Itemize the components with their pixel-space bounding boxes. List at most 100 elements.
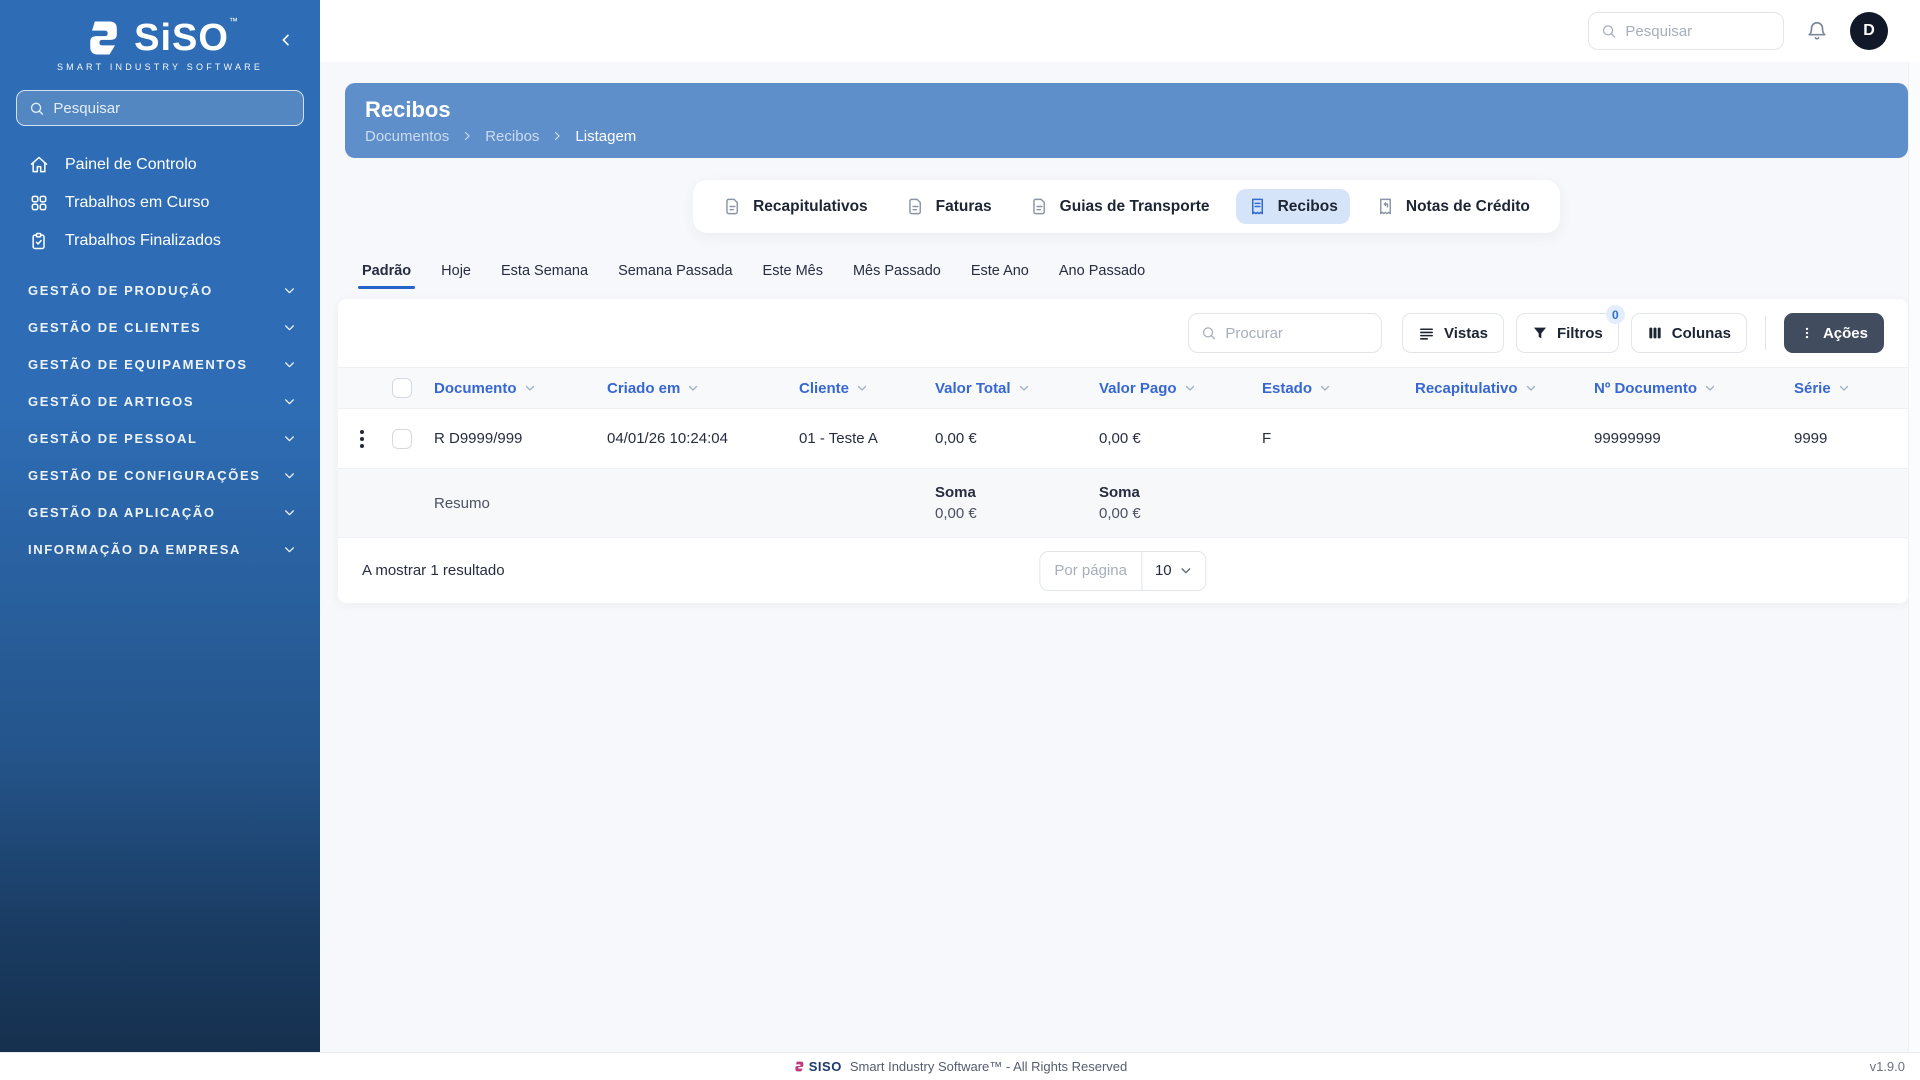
section-label: GESTÃO DE PRODUÇÃO bbox=[28, 283, 213, 298]
chevron-down-icon bbox=[285, 547, 294, 553]
per-page-value: 10 bbox=[1154, 562, 1172, 579]
notifications-button[interactable] bbox=[1806, 20, 1828, 42]
sidebar-collapse-button[interactable] bbox=[274, 28, 298, 52]
column-label: Criado em bbox=[607, 379, 681, 397]
breadcrumb-documentos[interactable]: Documentos bbox=[365, 128, 449, 145]
app-root: SiSO ™ SMART INDUSTRY SOFTWARE Pai bbox=[0, 0, 1920, 1080]
footer-brand: SISO bbox=[808, 1059, 842, 1074]
sidebar-item-painel-de-controlo[interactable]: Painel de Controlo bbox=[0, 146, 320, 184]
column-header-recapitulativo[interactable]: Recapitulativo bbox=[1415, 380, 1594, 397]
tab-label: Faturas bbox=[935, 197, 992, 215]
chevron-down-icon bbox=[285, 473, 294, 479]
column-header-documento[interactable]: Documento bbox=[434, 380, 607, 397]
tab-recapitulativos[interactable]: Recapitulativos bbox=[711, 189, 880, 224]
sidebar-section-gestao-de-equipamentos[interactable]: GESTÃO DE EQUIPAMENTOS bbox=[0, 346, 320, 383]
credit-note-icon bbox=[1379, 198, 1391, 215]
scrollbar[interactable] bbox=[1908, 62, 1920, 1052]
filtros-button[interactable]: Filtros 0 bbox=[1515, 305, 1625, 353]
table-search bbox=[1188, 313, 1382, 353]
sidebar-search-input[interactable] bbox=[53, 99, 291, 117]
sum-value: 0,00 € bbox=[1099, 505, 1141, 522]
table-row[interactable]: R D9999/999 04/01/26 10:24:04 01 - Teste… bbox=[338, 409, 1908, 469]
footer-text: Smart Industry Software™ - All Rights Re… bbox=[849, 1059, 1128, 1074]
results-count: A mostrar 1 resultado bbox=[362, 562, 505, 579]
sidebar-item-label: Trabalhos em Curso bbox=[65, 194, 210, 211]
page-header-banner: Recibos Documentos Recibos Listagem bbox=[345, 83, 1908, 158]
sidebar-section-informacao-da-empresa[interactable]: INFORMAÇÃO DA EMPRESA bbox=[0, 531, 320, 568]
search-icon bbox=[1602, 25, 1616, 38]
filter-tab-ano-passado[interactable]: Ano Passado bbox=[1059, 263, 1145, 289]
button-label: Vistas bbox=[1444, 324, 1488, 342]
page-title: Recibos bbox=[365, 96, 451, 122]
column-header-cliente[interactable]: Cliente bbox=[799, 380, 935, 397]
tab-guias-de-transporte[interactable]: Guias de Transporte bbox=[1018, 189, 1222, 224]
global-search-input[interactable] bbox=[1625, 22, 1771, 40]
tab-recibos[interactable]: Recibos bbox=[1235, 189, 1350, 224]
column-header-criado-em[interactable]: Criado em bbox=[607, 380, 799, 397]
summary-valor-total: Soma 0,00 € bbox=[935, 484, 1099, 522]
sidebar-section-gestao-de-clientes[interactable]: GESTÃO DE CLIENTES bbox=[0, 309, 320, 346]
logo-trademark: ™ bbox=[228, 16, 238, 26]
per-page-select[interactable]: Por página 10 bbox=[1039, 550, 1207, 591]
column-header-serie[interactable]: Série bbox=[1794, 380, 1908, 397]
select-all-checkbox[interactable] bbox=[392, 378, 412, 398]
vistas-button[interactable]: Vistas bbox=[1402, 313, 1504, 353]
chevron-right-icon bbox=[555, 131, 561, 141]
filter-tab-esta-semana[interactable]: Esta Semana bbox=[501, 263, 588, 289]
sidebar-section-gestao-de-producao[interactable]: GESTÃO DE PRODUÇÃO bbox=[0, 272, 320, 309]
column-header-valor-pago[interactable]: Valor Pago bbox=[1099, 380, 1262, 397]
search-icon bbox=[30, 102, 44, 115]
filter-tab-este-mes[interactable]: Este Mês bbox=[763, 263, 823, 289]
section-label: INFORMAÇÃO DA EMPRESA bbox=[28, 542, 241, 557]
summary-row: Resumo Soma 0,00 € Soma 0,00 € bbox=[338, 469, 1908, 537]
sidebar-section-gestao-de-pessoal[interactable]: GESTÃO DE PESSOAL bbox=[0, 420, 320, 457]
filtros-badge: 0 bbox=[1605, 305, 1625, 324]
sidebar-nav: Painel de Controlo Trabalhos em Curso Tr… bbox=[0, 146, 320, 260]
filter-tab-este-ano[interactable]: Este Ano bbox=[971, 263, 1029, 289]
footer-siso-logo: SISO bbox=[793, 1059, 842, 1074]
breadcrumb-recibos[interactable]: Recibos bbox=[485, 128, 539, 145]
column-label: Documento bbox=[434, 379, 517, 397]
row-checkbox[interactable] bbox=[392, 428, 412, 449]
sidebar-item-trabalhos-em-curso[interactable]: Trabalhos em Curso bbox=[0, 184, 320, 222]
colunas-button[interactable]: Colunas bbox=[1630, 313, 1747, 353]
filter-tab-padrao[interactable]: Padrão bbox=[357, 263, 416, 289]
tab-notas-de-credito[interactable]: Notas de Crédito bbox=[1364, 189, 1542, 224]
sum-value: 0,00 € bbox=[935, 505, 977, 522]
filter-tab-hoje[interactable]: Hoje bbox=[441, 263, 471, 289]
sidebar-item-trabalhos-finalizados[interactable]: Trabalhos Finalizados bbox=[0, 222, 320, 260]
acoes-button[interactable]: Ações bbox=[1783, 313, 1884, 353]
row-actions-kebab[interactable] bbox=[350, 422, 374, 456]
funnel-icon bbox=[1533, 327, 1546, 339]
logo-tagline: SMART INDUSTRY SOFTWARE bbox=[56, 62, 264, 72]
avatar[interactable]: D bbox=[1850, 12, 1888, 50]
filter-tab-semana-passada[interactable]: Semana Passada bbox=[618, 263, 732, 289]
table-search-input[interactable] bbox=[1225, 324, 1369, 342]
column-header-n-documento[interactable]: Nº Documento bbox=[1594, 380, 1794, 397]
bell-icon bbox=[1808, 22, 1826, 40]
sidebar: SiSO ™ SMART INDUSTRY SOFTWARE Pai bbox=[0, 0, 320, 1052]
column-header-estado[interactable]: Estado bbox=[1262, 380, 1415, 397]
sum-label: Soma bbox=[935, 484, 976, 501]
sidebar-section-gestao-de-artigos[interactable]: GESTÃO DE ARTIGOS bbox=[0, 383, 320, 420]
button-label: Filtros bbox=[1556, 324, 1603, 342]
document-icon bbox=[726, 198, 739, 215]
date-filter-tabs: Padrão Hoje Esta Semana Semana Passada E… bbox=[357, 263, 1908, 289]
sidebar-section-gestao-da-aplicacao[interactable]: GESTÃO DA APLICAÇÃO bbox=[0, 494, 320, 531]
tab-label: Guias de Transporte bbox=[1059, 197, 1210, 215]
siso-footer-logo-icon bbox=[795, 1061, 804, 1072]
sum-label: Soma bbox=[1099, 484, 1140, 501]
tab-faturas[interactable]: Faturas bbox=[894, 189, 1004, 224]
cell-valor-total: 0,00 € bbox=[935, 430, 977, 447]
search-icon bbox=[1202, 327, 1216, 340]
sort-chevron-icon bbox=[1019, 385, 1028, 391]
column-header-valor-total[interactable]: Valor Total bbox=[935, 380, 1099, 397]
summary-valor-pago: Soma 0,00 € bbox=[1099, 484, 1262, 522]
cell-estado: F bbox=[1262, 430, 1272, 447]
avatar-initial: D bbox=[1863, 22, 1875, 39]
summary-label: Resumo bbox=[434, 494, 490, 512]
button-label: Colunas bbox=[1671, 324, 1731, 342]
sidebar-item-label: Painel de Controlo bbox=[65, 156, 197, 173]
filter-tab-mes-passado[interactable]: Mês Passado bbox=[853, 263, 941, 289]
sidebar-section-gestao-de-configuracoes[interactable]: GESTÃO DE CONFIGURAÇÕES bbox=[0, 457, 320, 494]
